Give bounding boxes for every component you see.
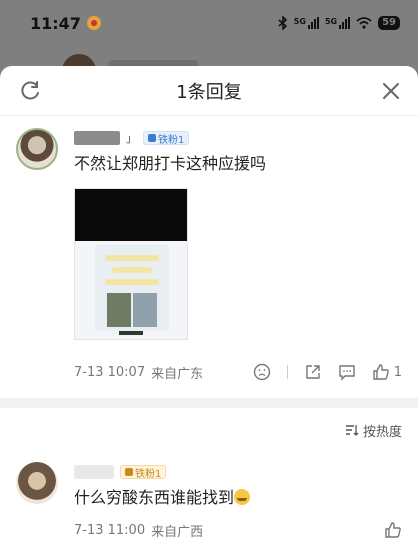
- close-icon[interactable]: [380, 80, 402, 102]
- comment-text-content: 什么穷酸东西谁能找到: [74, 488, 235, 507]
- grin-emoji-icon: [234, 489, 251, 505]
- username-redacted[interactable]: [74, 465, 114, 479]
- reply-button[interactable]: [338, 362, 356, 382]
- status-bar: 11:47 5G 5G 59: [0, 0, 418, 46]
- avatar[interactable]: [16, 128, 58, 170]
- thumbs-up-icon: [373, 364, 389, 380]
- like-button[interactable]: [384, 520, 402, 540]
- comment-location: 来自广东: [151, 366, 204, 382]
- fan-badge: 铁粉1: [143, 131, 190, 146]
- reply-sheet: 1条回复 」 铁粉1 不然让郑朋打卡这种应援吗 7-13 10:07 来自广东: [0, 66, 418, 541]
- battery-indicator: 59: [378, 16, 400, 30]
- section-divider: [0, 398, 418, 408]
- fan-badge-label: 铁粉1: [158, 134, 185, 146]
- comment-date: 7-13 10:07: [74, 364, 146, 380]
- fan-badge-label: 铁粉1: [135, 468, 162, 480]
- dislike-button[interactable]: [253, 362, 271, 382]
- bluetooth-icon: [278, 16, 287, 30]
- sort-toggle[interactable]: 按热度: [0, 408, 418, 452]
- like-count: 1: [393, 364, 402, 380]
- signal-icon-2: 5G: [325, 17, 351, 29]
- username-redacted[interactable]: [74, 131, 120, 145]
- comment-footer: 7-13 10:07 来自广东 1: [74, 354, 402, 390]
- comment-location: 来自广西: [151, 524, 204, 540]
- comment-footer: 7-13 11:00 来自广西: [74, 512, 402, 541]
- like-button[interactable]: 1: [372, 362, 402, 382]
- sort-label: 按热度: [362, 424, 402, 440]
- refresh-icon[interactable]: [20, 80, 42, 102]
- comment-actions: 1: [253, 362, 402, 382]
- status-indicators: 5G 5G 59: [278, 16, 400, 30]
- sort-icon: [345, 425, 359, 436]
- status-time: 11:47: [30, 13, 81, 33]
- comment-icon: [339, 365, 355, 381]
- signal-icon-1: 5G: [294, 17, 319, 29]
- comment-meta: 」 铁粉1: [74, 128, 402, 148]
- share-button[interactable]: [304, 362, 322, 382]
- thumbs-up-icon: [385, 522, 401, 538]
- comment-item: 」 铁粉1 不然让郑朋打卡这种应援吗 7-13 10:07 来自广东 1: [0, 116, 418, 390]
- fan-badge: 铁粉1: [120, 465, 167, 480]
- share-icon: [306, 365, 320, 379]
- frown-icon: [253, 363, 270, 381]
- weibo-notification-icon: [86, 16, 101, 30]
- comment-date: 7-13 11:00: [74, 522, 146, 538]
- fan-badge-icon: [148, 134, 156, 142]
- comment-text: 什么穷酸东西谁能找到: [74, 486, 402, 510]
- avatar[interactable]: [16, 462, 58, 504]
- wifi-icon: [356, 17, 372, 29]
- comment-meta: 铁粉1: [74, 462, 402, 482]
- comment-actions: [384, 520, 402, 540]
- sheet-header: 1条回复: [0, 66, 418, 116]
- fan-badge-icon: [125, 468, 133, 476]
- action-divider: [286, 365, 288, 379]
- comment-image[interactable]: [74, 188, 188, 340]
- username-suffix: 」: [126, 132, 137, 145]
- comment-text: 不然让郑朋打卡这种应援吗: [74, 154, 267, 173]
- sheet-title: 1条回复: [176, 81, 242, 103]
- comment-item: 铁粉1 什么穷酸东西谁能找到 7-13 11:00 来自广西: [0, 452, 418, 541]
